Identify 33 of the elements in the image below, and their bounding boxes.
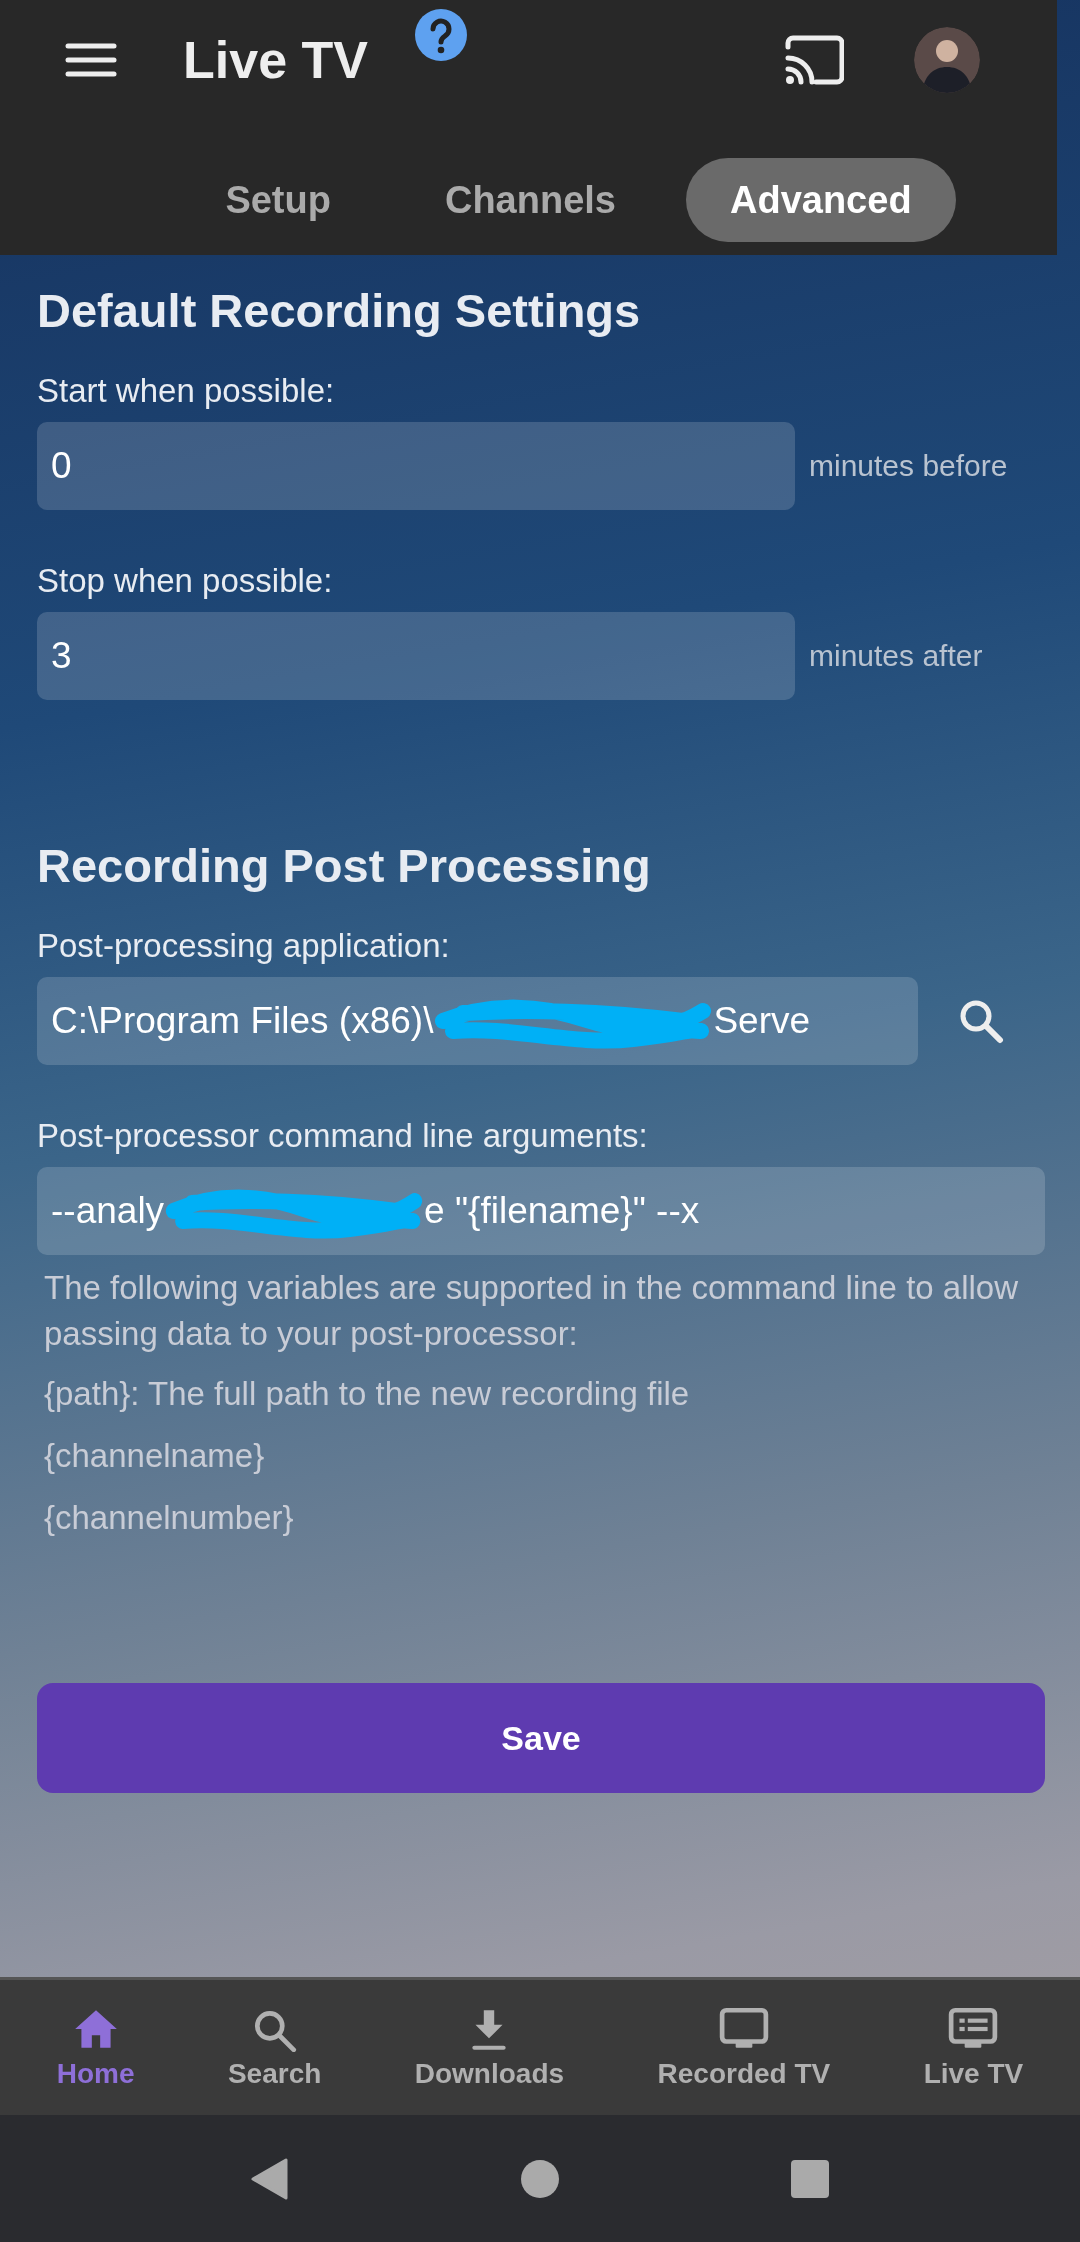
unit-label: minutes before [809, 449, 1008, 483]
app-title: Live TV [183, 30, 368, 90]
cast-icon[interactable] [784, 35, 844, 85]
unit-label: minutes after [809, 639, 983, 673]
nav-item[interactable]: Recorded TV [657, 2057, 831, 2090]
help-text: {path}: The full path to the new recording file [44, 1374, 691, 1414]
search-icon[interactable] [958, 998, 1004, 1044]
input-field[interactable]: C:\Program Files (x86)\ Serve [37, 977, 918, 1065]
help-text: The following variables are supported in the command line to allow passing data to your post-processor: [44, 1268, 1020, 1354]
nav-item[interactable]: Home [56, 2057, 135, 2090]
nav-item[interactable]: Live TV [923, 2057, 1024, 2090]
field-label: Post-processor command line arguments: [37, 1117, 649, 1155]
field-label: Stop when possible: [37, 562, 334, 600]
menu-icon[interactable] [65, 42, 117, 78]
field-label: Start when possible: [37, 372, 336, 410]
help-text: {channelnumber} [44, 1498, 295, 1538]
input-field[interactable]: --analy e "{filename}" --x [37, 1167, 1045, 1255]
tab[interactable]: Advanced [686, 158, 956, 242]
field-label: Post-processing application: [37, 927, 451, 965]
nav-item[interactable]: Downloads [414, 2057, 565, 2090]
input-field[interactable]: 3 [37, 612, 795, 700]
section-heading: Recording Post Processing [37, 838, 652, 893]
section-heading: Default Recording Settings [37, 283, 642, 338]
recents-icon[interactable] [790, 2158, 830, 2199]
tab[interactable]: Channels [400, 158, 660, 242]
back-icon[interactable] [250, 2156, 290, 2201]
home-button-icon[interactable] [520, 2158, 560, 2199]
tab[interactable]: Setup [181, 158, 375, 242]
input-field[interactable]: 0 [37, 422, 795, 510]
help-icon[interactable] [414, 9, 467, 61]
nav-item[interactable]: Search [227, 2057, 322, 2090]
save-button[interactable]: Save [37, 1683, 1045, 1793]
help-text: {channelname} [44, 1436, 266, 1476]
